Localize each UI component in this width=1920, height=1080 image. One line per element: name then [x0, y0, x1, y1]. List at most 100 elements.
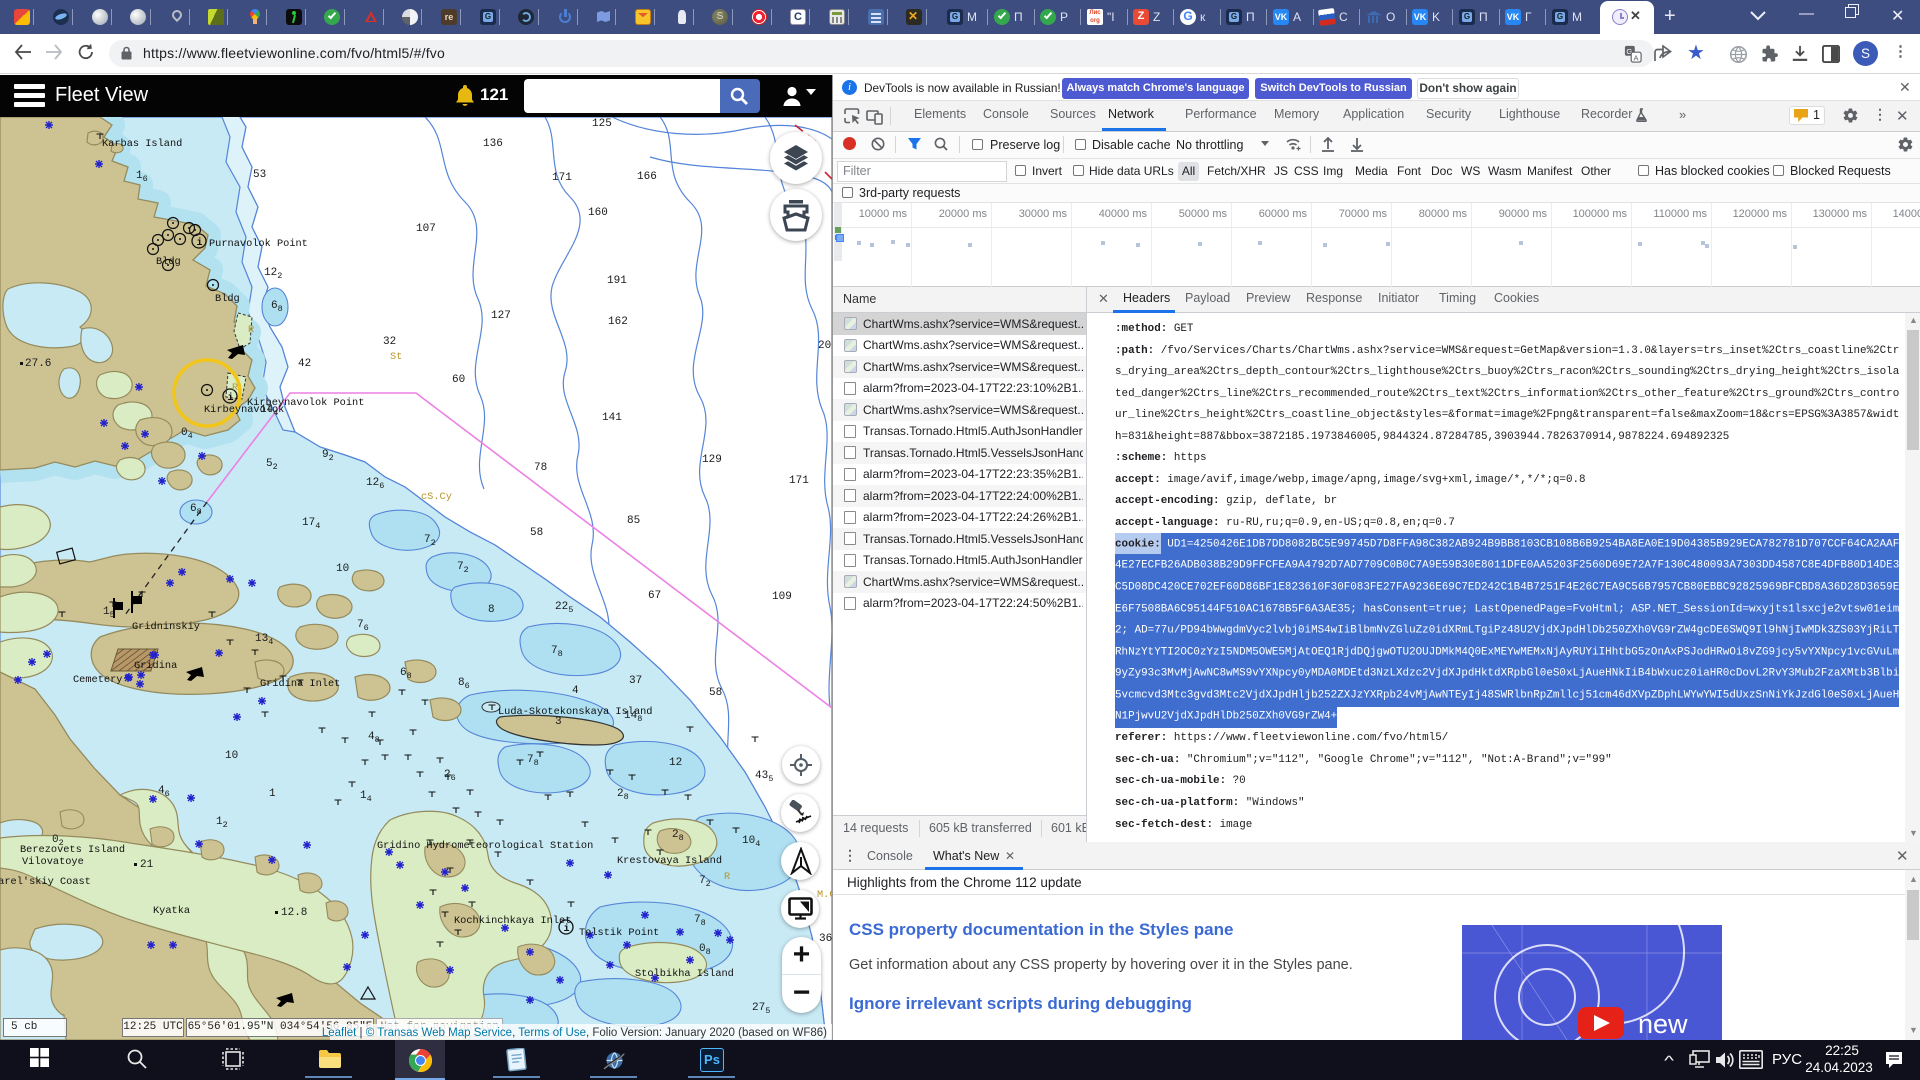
svg-text:10: 10 — [336, 563, 349, 575]
svg-text:Cemetery: Cemetery — [73, 674, 122, 686]
svg-text:6: 6 — [379, 481, 384, 491]
svg-text:8: 8 — [701, 918, 706, 928]
svg-text:8: 8 — [637, 714, 642, 724]
svg-text:10: 10 — [225, 750, 238, 762]
svg-text:8: 8 — [679, 833, 684, 843]
svg-text:12.8: 12.8 — [281, 907, 307, 919]
svg-text:cS.Cy: cS.Cy — [421, 491, 452, 503]
svg-text:12: 12 — [669, 757, 682, 769]
svg-text:4: 4 — [273, 408, 278, 418]
svg-text:Gridina Inlet: Gridina Inlet — [260, 678, 340, 690]
svg-text:2: 2 — [329, 453, 334, 463]
svg-text:67: 67 — [648, 590, 661, 602]
svg-text:5: 5 — [110, 610, 115, 620]
svg-text:Krestovaya Island: Krestovaya Island — [617, 855, 722, 867]
svg-text:Tolstik Point: Tolstik Point — [579, 927, 659, 939]
svg-text:2: 2 — [706, 879, 711, 889]
svg-text:Kochkinchkaya Inlet: Kochkinchkaya Inlet — [454, 915, 571, 927]
svg-text:3: 3 — [555, 716, 562, 728]
svg-text:4: 4 — [572, 685, 579, 697]
svg-text:60: 60 — [452, 374, 465, 386]
svg-text:85: 85 — [627, 515, 640, 527]
svg-text:129: 129 — [702, 454, 722, 466]
svg-text:6: 6 — [143, 174, 148, 184]
svg-text:5: 5 — [768, 774, 773, 784]
svg-text:37: 37 — [629, 675, 642, 687]
svg-text:127: 127 — [491, 310, 511, 322]
svg-text:8: 8 — [375, 735, 380, 745]
svg-text:53: 53 — [253, 169, 266, 181]
svg-text:Gridino Hydrometeorological St: Gridino Hydrometeorological Station — [377, 840, 593, 852]
svg-text:6: 6 — [364, 623, 369, 633]
svg-text:2: 2 — [59, 838, 64, 848]
svg-text:8: 8 — [197, 507, 202, 517]
svg-text:Kyatka: Kyatka — [153, 905, 190, 917]
svg-text:6: 6 — [451, 773, 456, 783]
svg-text:5: 5 — [765, 1006, 770, 1016]
svg-text:10: 10 — [742, 835, 755, 847]
svg-text:8: 8 — [534, 758, 539, 768]
svg-text:14: 14 — [624, 710, 638, 722]
svg-text:M.G: M.G — [817, 889, 832, 901]
svg-text:Bldg: Bldg — [156, 256, 181, 268]
svg-text:R: R — [724, 871, 730, 883]
svg-text:171: 171 — [552, 172, 572, 184]
svg-text:109: 109 — [772, 591, 792, 603]
svg-text:Gridina: Gridina — [134, 660, 177, 672]
svg-text:4: 4 — [315, 521, 320, 531]
svg-text:107: 107 — [416, 223, 436, 235]
svg-text:12: 12 — [264, 267, 277, 279]
svg-text:8: 8 — [407, 671, 412, 681]
svg-text:Karbas Island: Karbas Island — [102, 138, 182, 150]
svg-text:191: 191 — [607, 275, 627, 287]
svg-text:21: 21 — [140, 859, 154, 871]
svg-text:141: 141 — [602, 412, 622, 424]
svg-text:Gridninskiy: Gridninskiy — [132, 621, 200, 633]
svg-text:58: 58 — [709, 687, 722, 699]
svg-text:2: 2 — [464, 565, 469, 575]
svg-text:32: 32 — [383, 336, 396, 348]
svg-text:4: 4 — [268, 637, 273, 647]
svg-text:1: 1 — [269, 788, 276, 800]
svg-text:i: i — [197, 237, 203, 249]
svg-text:78: 78 — [534, 462, 547, 474]
svg-text:42: 42 — [298, 358, 311, 370]
svg-text:27.6: 27.6 — [25, 358, 51, 370]
svg-text:8: 8 — [278, 304, 283, 314]
svg-text:14: 14 — [260, 404, 274, 416]
svg-text:2: 2 — [277, 271, 282, 281]
svg-text:Stolbikha Island: Stolbikha Island — [635, 968, 734, 980]
svg-text:Karel'skiy Coast: Karel'skiy Coast — [0, 876, 91, 888]
svg-text:162: 162 — [608, 316, 628, 328]
svg-text:Purnavolok Point: Purnavolok Point — [209, 238, 308, 250]
svg-text:8: 8 — [624, 792, 629, 802]
svg-text:6: 6 — [465, 681, 470, 691]
svg-text:8: 8 — [706, 947, 711, 957]
svg-text:136: 136 — [483, 138, 503, 150]
svg-text:12: 12 — [366, 477, 379, 489]
svg-text:4: 4 — [188, 431, 193, 441]
svg-text:171: 171 — [789, 475, 809, 487]
svg-text:Berezovets Island: Berezovets Island — [20, 844, 125, 856]
svg-text:8: 8 — [488, 604, 495, 616]
svg-text:36: 36 — [819, 933, 832, 945]
svg-text:200: 200 — [818, 340, 832, 352]
svg-text:R: R — [248, 324, 254, 336]
svg-text:new: new — [1638, 1009, 1688, 1039]
svg-text:St: St — [390, 351, 402, 363]
svg-text:5: 5 — [568, 605, 573, 615]
svg-text:4: 4 — [755, 839, 760, 849]
svg-text:6: 6 — [165, 789, 170, 799]
svg-text:13: 13 — [255, 633, 268, 645]
svg-text:160: 160 — [588, 207, 608, 219]
svg-text:166: 166 — [637, 171, 657, 183]
svg-text:Vilovatoye: Vilovatoye — [22, 856, 84, 868]
svg-text:Bldg: Bldg — [215, 293, 240, 305]
svg-text:2: 2 — [273, 462, 278, 472]
svg-text:22: 22 — [555, 601, 568, 613]
svg-text:R: R — [232, 382, 238, 394]
svg-text:2: 2 — [431, 538, 436, 548]
svg-text:58: 58 — [530, 527, 543, 539]
svg-text:27: 27 — [752, 1002, 765, 1014]
svg-text:4: 4 — [367, 794, 372, 804]
